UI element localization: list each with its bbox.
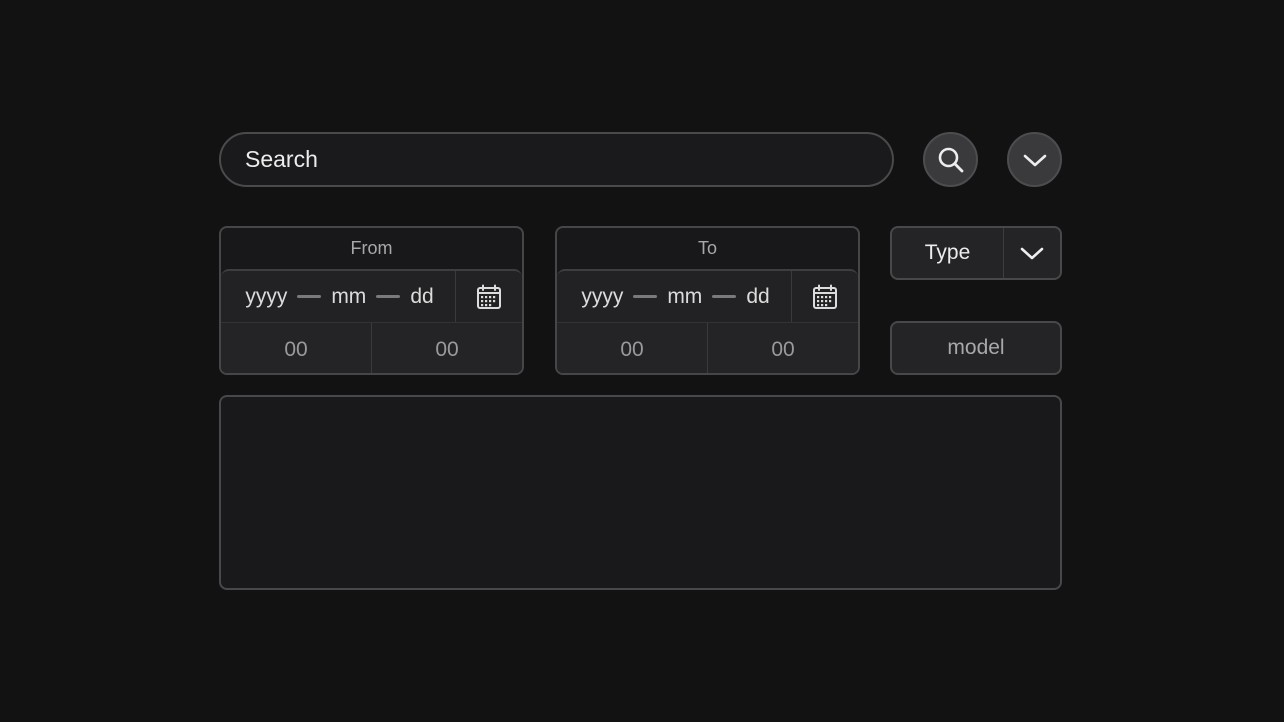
- calendar-icon: [477, 284, 501, 309]
- date-from-input[interactable]: yyyy mm dd: [221, 269, 522, 323]
- date-from-label: From: [350, 238, 393, 258]
- chevron-down-icon: [1020, 247, 1044, 260]
- date-from-minute-input[interactable]: 00: [371, 323, 522, 373]
- date-to-month[interactable]: mm: [667, 285, 702, 309]
- chevron-down-icon: [1023, 154, 1046, 166]
- date-from-time: 00 00: [221, 323, 522, 373]
- calendar-icon: [813, 284, 837, 309]
- date-from-fields[interactable]: yyyy mm dd: [221, 285, 458, 309]
- model-button-label: model: [947, 336, 1005, 359]
- date-separator: [633, 295, 658, 298]
- date-from-group: From yyyy mm dd 00 00: [219, 226, 524, 375]
- search-button[interactable]: [923, 132, 978, 187]
- date-to-fields[interactable]: yyyy mm dd: [557, 285, 794, 309]
- type-select-label: Type: [924, 241, 971, 264]
- date-from-calendar-button[interactable]: [455, 271, 522, 322]
- date-to-group: To yyyy mm dd 00 00: [555, 226, 860, 375]
- date-from-hour-input[interactable]: 00: [221, 323, 371, 373]
- date-separator: [297, 295, 322, 298]
- date-from-month[interactable]: mm: [331, 285, 366, 309]
- date-to-day[interactable]: dd: [746, 285, 769, 309]
- date-from-day[interactable]: dd: [410, 285, 433, 309]
- date-to-input[interactable]: yyyy mm dd: [557, 269, 858, 323]
- date-to-minute-input[interactable]: 00: [707, 323, 858, 373]
- date-to-hour-input[interactable]: 00: [557, 323, 707, 373]
- search-input[interactable]: [243, 145, 892, 174]
- search-box[interactable]: [219, 132, 894, 187]
- expand-filters-button[interactable]: [1007, 132, 1062, 187]
- results-panel: [219, 395, 1062, 590]
- type-select[interactable]: Type: [890, 226, 1062, 280]
- model-button[interactable]: model: [890, 321, 1062, 375]
- search-icon: [938, 147, 963, 172]
- date-to-year[interactable]: yyyy: [581, 285, 623, 309]
- type-select-toggle[interactable]: [1003, 228, 1060, 278]
- date-to-time: 00 00: [557, 323, 858, 373]
- date-separator: [376, 295, 401, 298]
- date-to-calendar-button[interactable]: [791, 271, 858, 322]
- date-to-label: To: [697, 238, 717, 258]
- date-separator: [712, 295, 737, 298]
- date-from-year[interactable]: yyyy: [245, 285, 287, 309]
